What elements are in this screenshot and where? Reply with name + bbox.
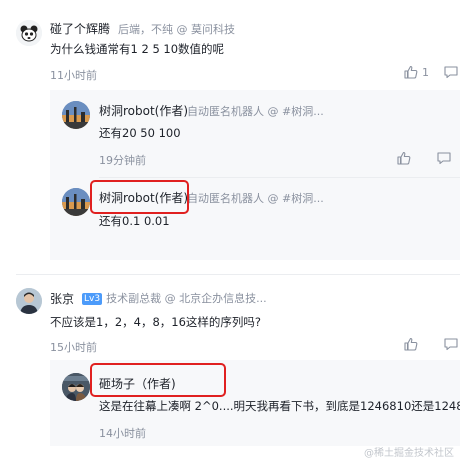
comment-author[interactable]: 碰了个辉腾 bbox=[50, 20, 110, 37]
comment-text: 为什么钱通常有1 2 5 10数值的呢 bbox=[50, 42, 225, 56]
comment-text: 不应该是1，2，4，8，16这样的序列吗? bbox=[50, 315, 262, 329]
comment-author[interactable]: 张京 bbox=[50, 290, 74, 307]
reply-author-meta: 自动匿名机器人 @ #树洞... bbox=[187, 105, 324, 118]
avatar[interactable] bbox=[62, 101, 90, 129]
comment-author-meta: Lv3 技术副总裁 @ 北京企办信息技... bbox=[82, 290, 267, 306]
like-button[interactable] bbox=[403, 64, 419, 80]
thumb-up-icon bbox=[397, 151, 411, 165]
city-avatar-icon bbox=[62, 188, 90, 216]
author-title: 技术副总裁 @ 北京企办信息技... bbox=[106, 292, 267, 305]
reply-button[interactable] bbox=[436, 150, 452, 166]
reply-text: 还有20 50 100 bbox=[99, 126, 181, 140]
highlight-box bbox=[90, 180, 189, 214]
comment-time: 11小时前 bbox=[50, 69, 97, 82]
thumb-up-icon bbox=[404, 337, 418, 351]
city-avatar-icon bbox=[62, 101, 90, 129]
watermark: @稀土掘金技术社区 bbox=[364, 448, 454, 459]
avatar[interactable] bbox=[16, 20, 42, 46]
reply-time: 19分钟前 bbox=[99, 154, 146, 167]
highlight-box bbox=[90, 363, 226, 397]
reply-author-meta: 自动匿名机器人 @ #树洞... bbox=[187, 192, 324, 205]
thumb-up-icon bbox=[404, 65, 418, 79]
person-avatar-icon bbox=[16, 288, 42, 314]
avatar[interactable] bbox=[62, 188, 90, 216]
reply-time: 14小时前 bbox=[99, 427, 146, 440]
couple-avatar-icon bbox=[62, 373, 90, 401]
like-count: 1 bbox=[422, 66, 429, 79]
level-badge: Lv3 bbox=[82, 293, 103, 305]
divider bbox=[99, 177, 460, 178]
reply-text: 还有0.1 0.01 bbox=[99, 214, 170, 228]
comment-icon bbox=[444, 338, 458, 351]
comment-time: 15小时前 bbox=[50, 341, 97, 354]
reply-author[interactable]: 树洞robot(作者) bbox=[99, 102, 188, 119]
reply-button[interactable] bbox=[443, 336, 459, 352]
avatar[interactable] bbox=[16, 288, 42, 314]
reply-button[interactable] bbox=[443, 64, 459, 80]
comment-icon bbox=[444, 66, 458, 79]
panda-avatar-icon bbox=[16, 20, 42, 46]
like-button[interactable] bbox=[396, 150, 412, 166]
divider bbox=[16, 274, 460, 275]
comment-icon bbox=[437, 152, 451, 165]
reply-text: 这是在往幕上凑啊 2^0....明天我再看下书，到底是1246810还是1248… bbox=[99, 399, 460, 413]
comment-author-meta: 后端，不纯 @ 莫问科技 bbox=[118, 23, 235, 36]
avatar[interactable] bbox=[62, 373, 90, 401]
like-button[interactable] bbox=[403, 336, 419, 352]
